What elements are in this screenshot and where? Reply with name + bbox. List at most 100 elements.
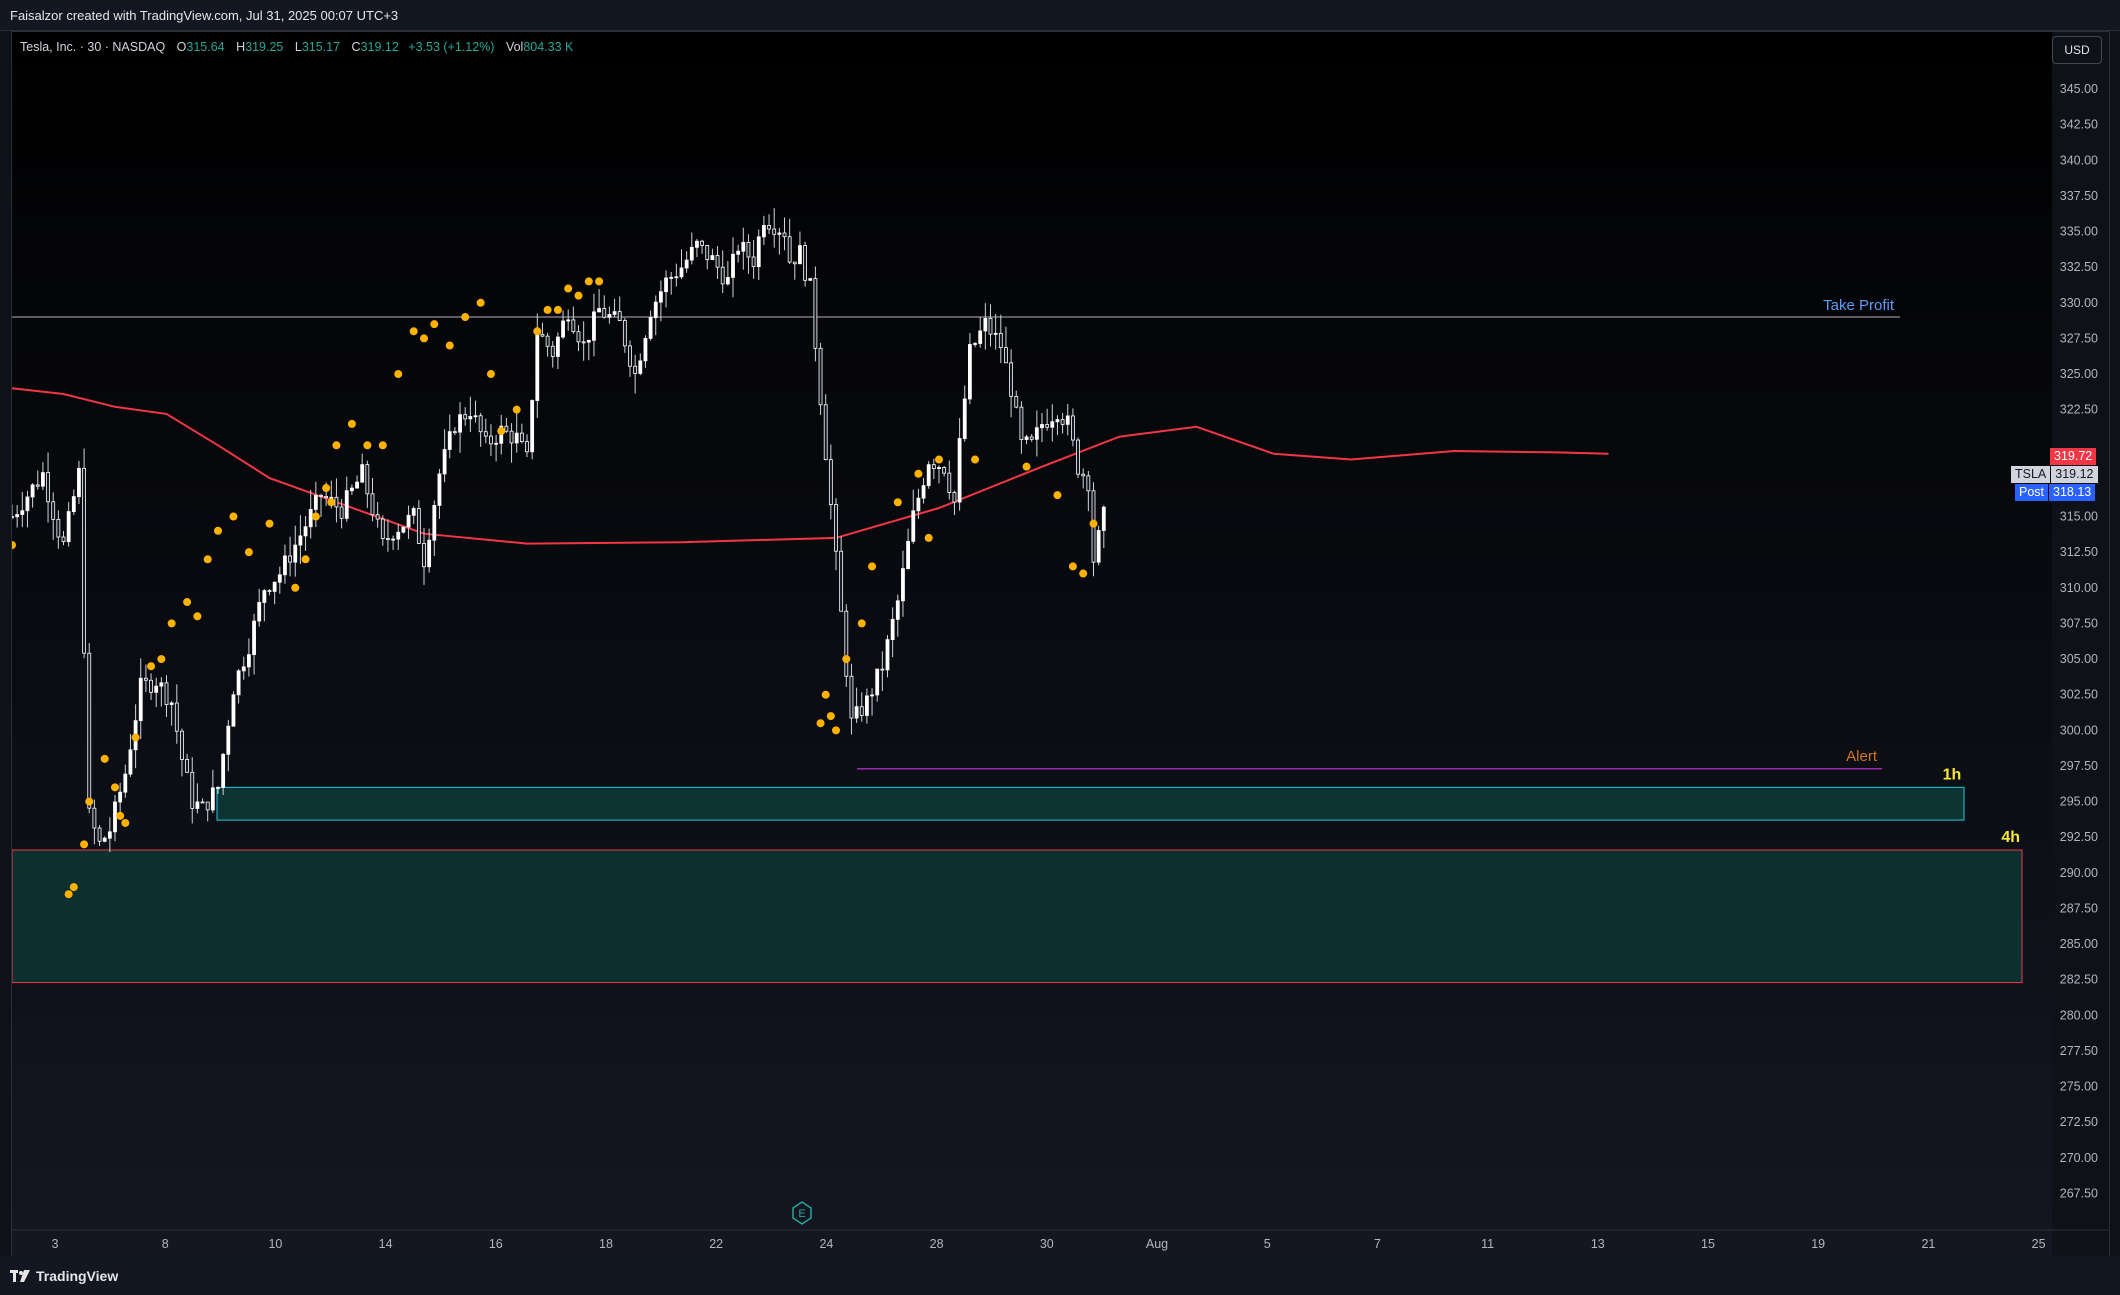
candle-body[interactable] [931,464,936,469]
candle-body[interactable] [1055,419,1060,423]
candle-body[interactable] [15,514,20,518]
candle-body[interactable] [689,246,694,261]
candle-body[interactable] [1019,406,1024,440]
candle-body[interactable] [818,347,823,406]
candle-body[interactable] [880,668,885,671]
candle-body[interactable] [303,526,308,537]
candle-body[interactable] [241,666,246,672]
candle-body[interactable] [648,317,653,339]
candle-body[interactable] [1065,415,1070,425]
candle-body[interactable] [519,432,524,442]
candle-body[interactable] [576,331,581,343]
candle-body[interactable] [942,467,947,474]
candle-body[interactable] [200,801,205,804]
candle-body[interactable] [46,472,50,503]
candle-body[interactable] [509,430,514,444]
candle-body[interactable] [391,538,396,541]
candle-body[interactable] [679,267,684,278]
candle-body[interactable] [143,677,148,681]
candle-body[interactable] [1096,530,1101,563]
candle-body[interactable] [715,255,720,268]
candle-body[interactable] [386,538,390,540]
candle-body[interactable] [823,404,828,461]
candle-body[interactable] [895,600,900,620]
candle-body[interactable] [968,344,972,400]
candle-body[interactable] [792,261,797,265]
candle-body[interactable] [463,414,468,420]
candle-body[interactable] [51,501,56,520]
candle-body[interactable] [1086,475,1091,492]
candle-body[interactable] [257,602,262,622]
candle-body[interactable] [205,801,210,811]
candle-body[interactable] [97,827,102,842]
candle-body[interactable] [380,518,385,539]
candle-body[interactable] [700,240,704,246]
candle-body[interactable] [329,496,334,499]
candle-body[interactable] [154,685,159,693]
candle-body[interactable] [777,232,782,235]
candle-body[interactable] [782,232,787,238]
candle-body[interactable] [246,654,251,668]
candle-body[interactable] [118,791,123,803]
candle-body[interactable] [952,492,957,503]
candle-body[interactable] [844,610,849,677]
candle-body[interactable] [164,682,169,705]
candle-body[interactable] [1081,473,1086,477]
candle-body[interactable] [102,837,107,842]
candle-body[interactable] [813,278,818,349]
candle-body[interactable] [669,276,674,279]
candle-body[interactable] [447,431,452,450]
tradingview-logo[interactable]: TradingView [10,1266,118,1286]
candle-body[interactable] [169,702,174,705]
candle-body[interactable] [422,543,426,568]
candle-body[interactable] [586,339,591,343]
candle-body[interactable] [937,467,941,469]
candle-body[interactable] [442,449,447,475]
candle-body[interactable] [767,225,771,230]
candle-body[interactable] [128,749,133,775]
candle-body[interactable] [602,308,607,318]
candle-body[interactable] [921,485,926,499]
candle-body[interactable] [293,544,298,563]
candle-body[interactable] [849,675,854,719]
candle-body[interactable] [87,652,92,809]
candle-body[interactable] [731,253,735,278]
candle-body[interactable] [56,518,61,538]
candle-body[interactable] [581,341,586,344]
candle-body[interactable] [468,416,473,420]
candle-body[interactable] [674,276,679,279]
candle-body[interactable] [1045,424,1050,428]
candle-body[interactable] [180,730,184,760]
candle-body[interactable] [545,335,550,347]
candle-body[interactable] [746,242,751,258]
candle-body[interactable] [71,496,76,513]
candle-body[interactable] [762,225,766,238]
candle-body[interactable] [540,333,545,337]
candle-body[interactable] [66,511,71,543]
candle-body[interactable] [40,472,45,487]
candle-body[interactable] [1040,424,1044,429]
candle-body[interactable] [478,415,483,433]
chart-area[interactable]: 4h1hTake ProfitAlertE347.50345.00342.503… [11,31,2110,1257]
candle-body[interactable] [12,516,14,518]
candle-body[interactable] [607,314,612,318]
candle-body[interactable] [870,694,874,697]
candle-body[interactable] [252,620,256,656]
candle-body[interactable] [231,694,236,727]
candle-body[interactable] [416,508,421,544]
candle-body[interactable] [272,581,277,592]
candle-body[interactable] [530,400,535,453]
candle-body[interactable] [406,514,411,528]
candle-body[interactable] [561,320,565,338]
candle-body[interactable] [901,568,905,602]
candle-body[interactable] [1071,415,1075,441]
candle-body[interactable] [92,807,97,829]
candle-body[interactable] [277,574,282,583]
candle-body[interactable] [1004,347,1008,364]
candle-body[interactable] [628,345,632,367]
candle-body[interactable] [741,242,746,252]
candle-body[interactable] [875,668,880,696]
candle-body[interactable] [221,753,226,788]
candle-body[interactable] [993,332,998,335]
candle-body[interactable] [592,311,596,341]
